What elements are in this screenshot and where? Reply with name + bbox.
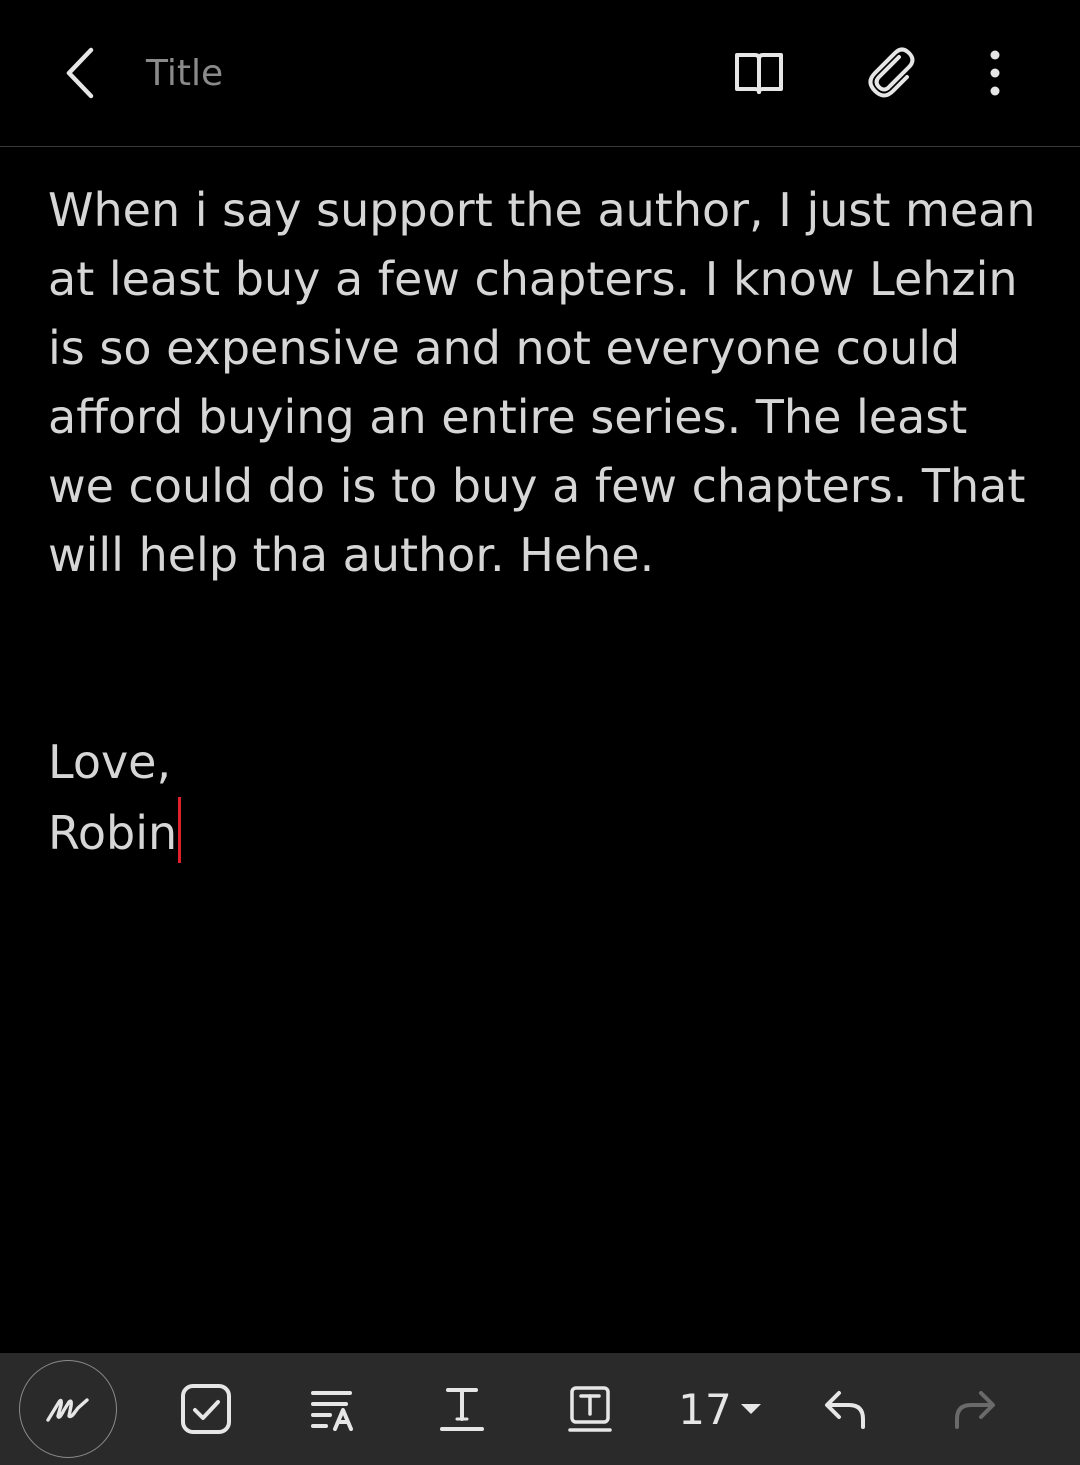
more-vertical-icon bbox=[990, 50, 1000, 96]
pen-mode-button[interactable] bbox=[18, 1353, 118, 1465]
note-paragraph: When i say support the author, I just me… bbox=[48, 183, 1051, 582]
note-body-editor[interactable]: When i say support the author, I just me… bbox=[48, 176, 1038, 868]
text-box-icon bbox=[568, 1386, 612, 1432]
text-box-button[interactable] bbox=[550, 1353, 630, 1465]
more-options-button[interactable] bbox=[962, 40, 1028, 106]
reading-mode-button[interactable] bbox=[726, 40, 792, 106]
open-book-icon bbox=[735, 53, 783, 94]
undo-button[interactable] bbox=[806, 1353, 886, 1465]
paperclip-icon bbox=[868, 47, 915, 98]
text-cursor bbox=[178, 797, 182, 863]
note-closing: Love, bbox=[48, 735, 172, 789]
redo-button[interactable] bbox=[934, 1353, 1014, 1465]
redo-icon bbox=[955, 1391, 995, 1429]
pen-mode-circle bbox=[19, 1360, 117, 1458]
text-style-button[interactable] bbox=[294, 1353, 374, 1465]
text-format-icon bbox=[440, 1388, 484, 1431]
font-size-dropdown[interactable]: 17 bbox=[672, 1353, 768, 1465]
attach-button[interactable] bbox=[858, 40, 924, 106]
checkbox-button[interactable] bbox=[166, 1353, 246, 1465]
chevron-left-icon bbox=[66, 47, 94, 99]
text-style-icon bbox=[311, 1391, 353, 1431]
text-format-button[interactable] bbox=[422, 1353, 502, 1465]
undo-icon bbox=[825, 1391, 865, 1429]
title-input[interactable]: Title bbox=[146, 46, 223, 102]
checkbox-icon bbox=[181, 1384, 231, 1434]
note-signature: Robin bbox=[48, 806, 178, 860]
chevron-down-icon bbox=[740, 1404, 761, 1414]
top-app-bar: Title bbox=[0, 0, 1080, 147]
bottom-toolbar: 17 bbox=[0, 1353, 1080, 1465]
back-button[interactable] bbox=[48, 40, 114, 106]
handwriting-pen-icon bbox=[46, 1398, 89, 1422]
font-size-value: 17 bbox=[678, 1384, 732, 1434]
